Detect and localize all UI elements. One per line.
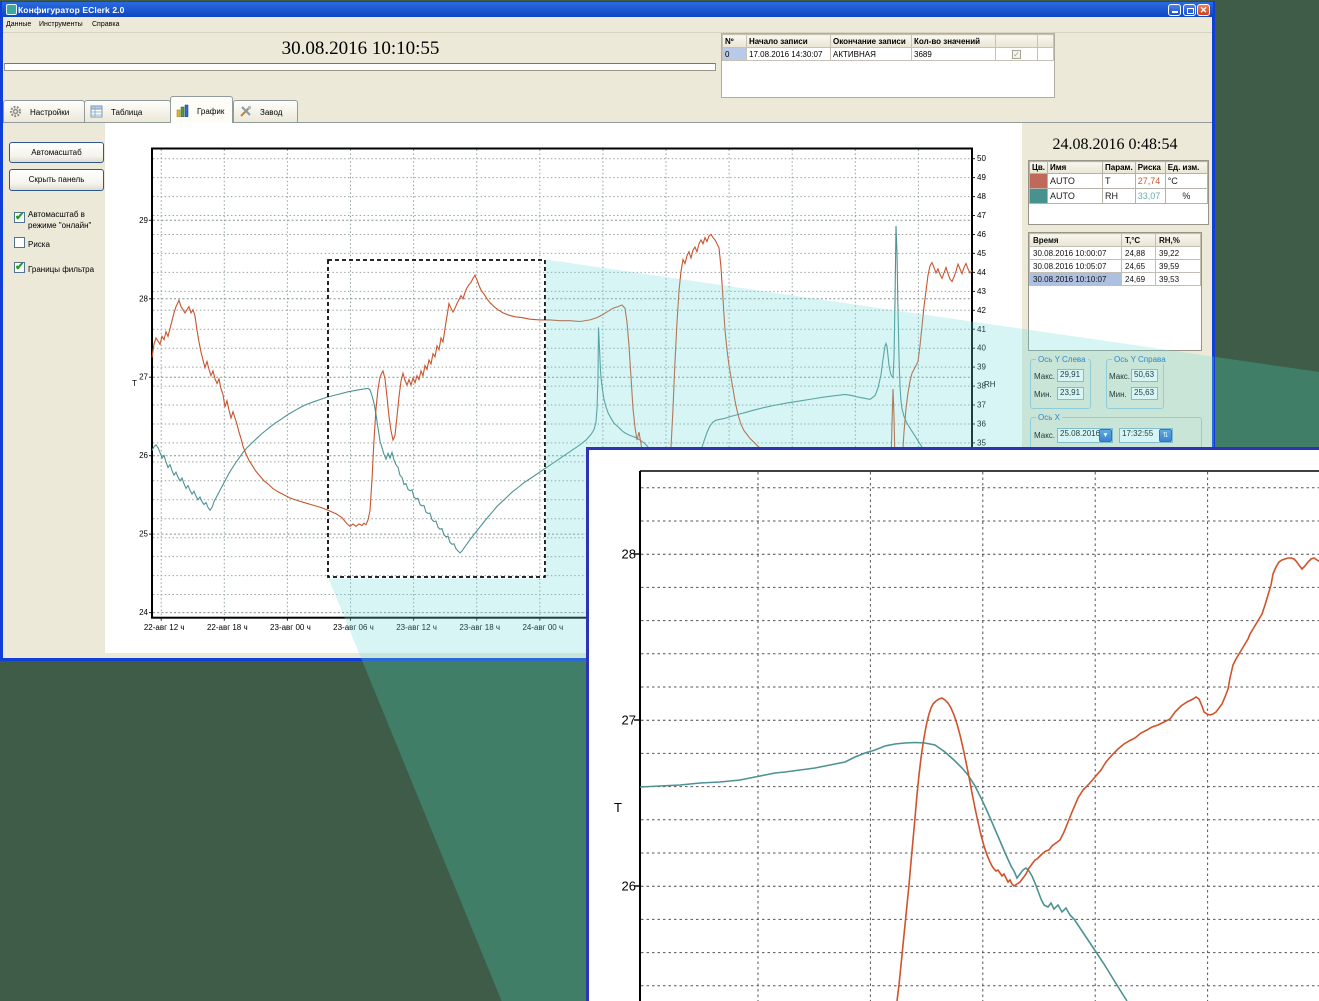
svg-text:48: 48 — [977, 192, 986, 201]
svg-text:26: 26 — [622, 879, 636, 894]
svg-text:43: 43 — [977, 287, 986, 296]
svg-text:T: T — [614, 800, 622, 815]
svg-text:40: 40 — [977, 344, 986, 353]
svg-text:29: 29 — [139, 216, 148, 225]
svg-text:39: 39 — [977, 363, 986, 372]
svg-text:45: 45 — [977, 249, 986, 258]
svg-text:28: 28 — [622, 547, 636, 562]
svg-text:23-авг 18 ч: 23-авг 18 ч — [459, 623, 500, 632]
svg-text:23-авг 12 ч: 23-авг 12 ч — [396, 623, 437, 632]
svg-text:25: 25 — [139, 530, 148, 539]
svg-text:RH: RH — [984, 380, 996, 389]
svg-text:27: 27 — [139, 373, 148, 382]
svg-text:36: 36 — [977, 420, 986, 429]
svg-text:28: 28 — [139, 294, 148, 303]
svg-text:26: 26 — [139, 451, 148, 460]
svg-text:37: 37 — [977, 401, 986, 410]
svg-text:50: 50 — [977, 154, 986, 163]
svg-text:T: T — [132, 379, 137, 388]
svg-text:22-авг 18 ч: 22-авг 18 ч — [207, 623, 248, 632]
svg-text:49: 49 — [977, 173, 986, 182]
svg-text:46: 46 — [977, 230, 986, 239]
svg-text:23-авг 00 ч: 23-авг 00 ч — [270, 623, 311, 632]
svg-text:44: 44 — [977, 268, 986, 277]
svg-text:23-авг 06 ч: 23-авг 06 ч — [333, 623, 374, 632]
svg-text:42: 42 — [977, 306, 986, 315]
svg-text:24-авг 00 ч: 24-авг 00 ч — [522, 623, 563, 632]
svg-text:41: 41 — [977, 325, 986, 334]
svg-text:47: 47 — [977, 211, 986, 220]
svg-text:27: 27 — [622, 713, 636, 728]
svg-text:24: 24 — [139, 608, 148, 617]
svg-text:22-авг 12 ч: 22-авг 12 ч — [144, 623, 185, 632]
